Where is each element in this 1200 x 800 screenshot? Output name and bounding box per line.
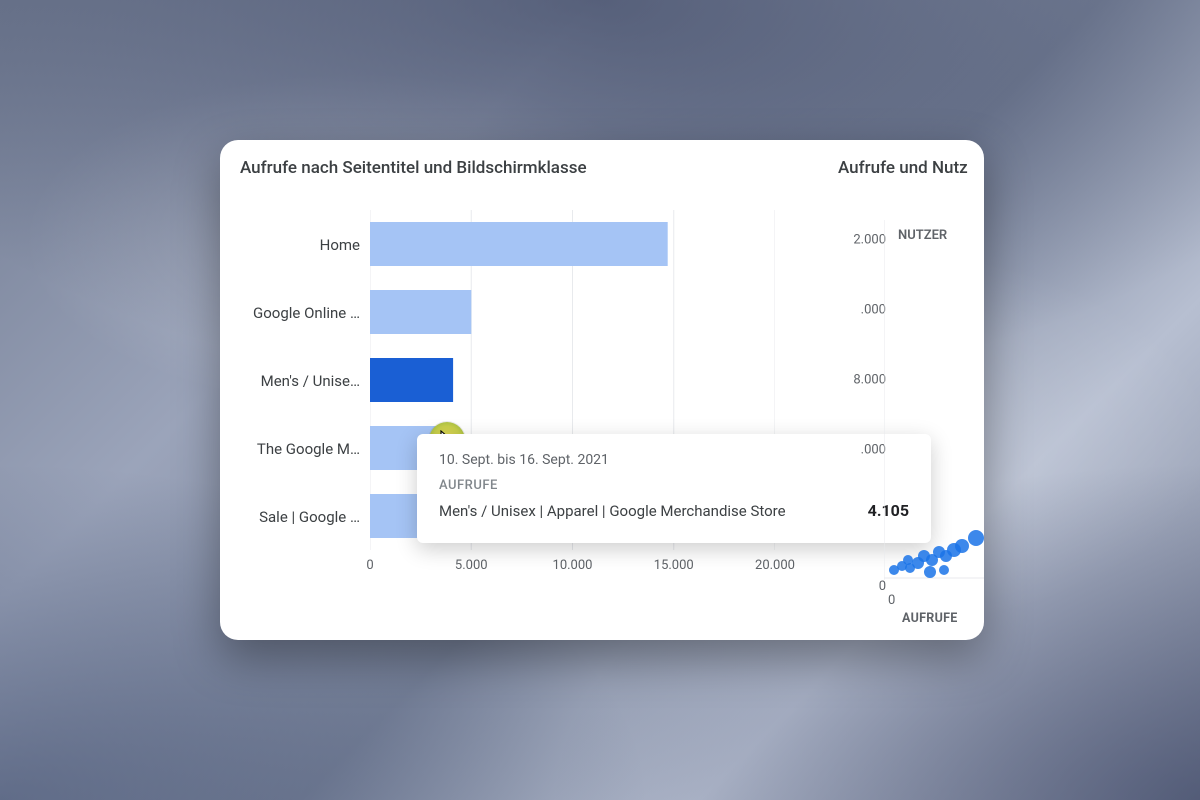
x-tick: 0 <box>888 593 895 608</box>
bar-category-label: Sale | Google … <box>240 508 360 526</box>
x-tick: 5.000 <box>455 558 488 573</box>
bar-highlighted[interactable] <box>370 358 453 402</box>
scatter-chart[interactable]: NUTZER 2.000 .000 8.000 .000 0 0 AUFRUFE <box>836 200 984 620</box>
bar-category-label: The Google M… <box>240 440 360 458</box>
bar[interactable] <box>370 222 668 266</box>
bar-category-label: Home <box>240 236 360 254</box>
bar-category-label: Google Online … <box>240 304 360 322</box>
x-tick: 10.000 <box>553 558 593 573</box>
scatter-chart-title: Aufrufe und Nutz <box>838 158 968 178</box>
scatter-plot-area <box>884 220 984 580</box>
y-tick: 2.000 <box>853 233 886 248</box>
y-tick: 8.000 <box>853 373 886 388</box>
x-tick: 20.000 <box>755 558 795 573</box>
x-tick: 0 <box>366 558 373 573</box>
scatter-x-label: AUFRUFE <box>902 611 958 626</box>
bar-category-label: Men's / Unise… <box>240 372 360 390</box>
tooltip-label: Men's / Unisex | Apparel | Google Mercha… <box>439 501 850 523</box>
y-tick: 0 <box>879 579 886 594</box>
bar-chart-title: Aufrufe nach Seitentitel und Bildschirmk… <box>240 158 587 178</box>
bar-chart[interactable]: Home Google Online … Men's / Unise… The … <box>240 210 800 610</box>
bar[interactable] <box>370 290 471 334</box>
analytics-card: Aufrufe nach Seitentitel und Bildschirmk… <box>220 140 984 640</box>
y-tick: .000 <box>861 443 886 458</box>
y-tick: .000 <box>861 303 886 318</box>
x-tick: 15.000 <box>654 558 694 573</box>
